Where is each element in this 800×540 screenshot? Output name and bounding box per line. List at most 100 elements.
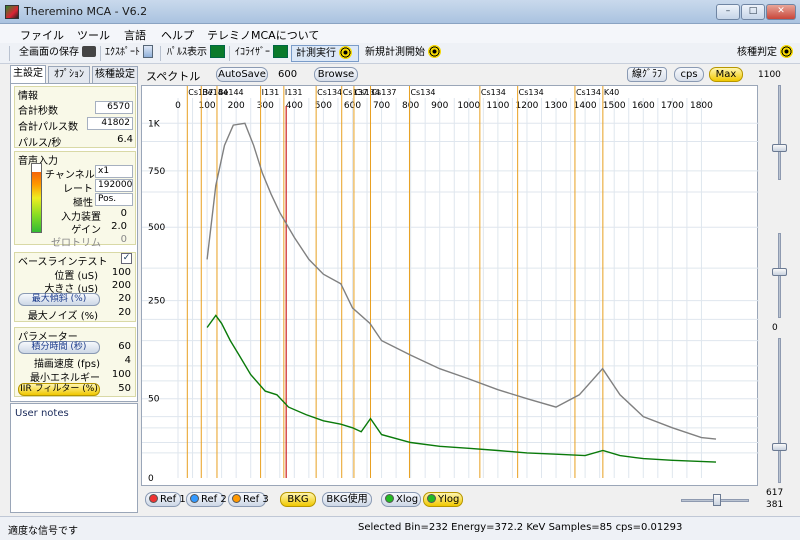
autosave-interval-value[interactable]: 600 [278,69,297,80]
y-zoom-slider-thumb[interactable] [772,144,787,152]
y-tick-label: 500 [148,223,165,233]
minimize-button[interactable]: – [716,4,740,20]
horizontal-slider-thumb[interactable] [713,494,721,506]
ref2-label: Ref 2 [201,494,227,505]
y-tick-label: 750 [148,167,165,177]
menu-tools[interactable]: ツール [77,27,110,43]
max-noise-value[interactable]: 20 [105,307,131,318]
x-tick-label: 1200 [516,101,539,111]
xlog-label: Xlog [396,494,419,505]
user-notes-area[interactable]: User notes [10,403,138,513]
min-energy-value[interactable]: 100 [105,369,131,380]
x-tick-label: 800 [402,101,419,111]
integration-time-value[interactable]: 60 [105,341,131,352]
menu-help[interactable]: ヘルプ [161,27,194,43]
ref2-button[interactable]: Ref 2 [186,492,227,507]
waveform-icon [210,45,225,58]
autosave-button[interactable]: AutoSave [216,67,268,82]
slider-value-b: 381 [766,500,784,510]
max-button[interactable]: Max [709,67,743,82]
x-tick-label: 1400 [574,101,597,111]
menu-bar: ファイル ツール 言語 ヘルプ テレミノMCAについて [0,24,800,43]
window-title: Theremino MCA - V6.2 [24,5,148,18]
isotope-marker-label: Cs137 [372,88,397,97]
polarity-select[interactable]: Pos. [95,193,133,206]
new-measure-label: 新規計測開始 [365,47,425,58]
y-zoom-slider-track[interactable] [778,85,781,180]
ref3-label: Ref 3 [243,494,269,505]
draw-speed-value[interactable]: 4 [105,355,131,366]
iir-filter-value[interactable]: 50 [105,383,131,394]
baseline-checkbox[interactable]: ✓ [121,253,132,264]
settings-panel: 情報 合計秒数 6570 合計パルス数 41802 パルス/秒 6.4 音声入力… [10,83,138,402]
bkg-button[interactable]: BKG [280,492,316,507]
run-measurement-button[interactable]: 計測実行 [291,45,359,62]
signal-status-text: 適度な信号です [8,526,78,537]
channel-select[interactable]: x1 [95,165,133,178]
lower-slider-thumb[interactable] [772,443,787,451]
pulse-display-button[interactable]: ﾊﾟﾙｽ表示 [167,45,225,62]
position-value[interactable]: 100 [105,267,131,278]
maximize-button[interactable]: □ [741,4,765,20]
x-tick-label: 1000 [457,101,480,111]
isotope-marker-label: Be144 [218,88,244,97]
radiation-icon [339,46,352,59]
zero-trim-value[interactable]: 0 [105,234,127,245]
x-tick-label: 200 [228,101,245,111]
save-all-button[interactable]: 全画面の保存 [19,45,96,62]
x-tick-label: 1800 [690,101,713,111]
cps-button[interactable]: cps [674,67,704,82]
draw-speed-label: 描画速度 (fps) [33,359,100,370]
bkg-use-button[interactable]: BKG使用 [322,492,372,507]
spectrum-plot[interactable]: 0 100 200 300 400 500 600 700 800 900 1000 1100 1200… [141,85,759,487]
new-measurement-button[interactable]: 新規計測開始 [365,45,441,62]
lower-slider-track[interactable] [778,338,781,483]
isotope-marker-label: Cs134 [519,88,544,97]
ylog-button[interactable]: Ylog [423,492,463,507]
xlog-button[interactable]: Xlog [381,492,421,507]
tab-options[interactable]: ｵﾌﾟｼｮﾝ [48,66,90,83]
pulse-display-label: ﾊﾟﾙｽ表示 [167,47,207,58]
isotope-marker-label: Cs134 [410,88,435,97]
status-bar: 適度な信号です Selected Bin=232 Energy=372.2 Ke… [0,516,800,540]
toolbar-separator [229,46,230,61]
export-button[interactable]: ｴｸｽﾎﾟｰﾄ [105,45,153,62]
y-offset-slider-thumb[interactable] [772,268,787,276]
nuclide-id-button[interactable]: 核種判定 [737,45,793,62]
total-pulses-label: 合計パルス数 [18,122,78,133]
menu-language[interactable]: 言語 [124,27,146,43]
horizontal-slider[interactable] [681,494,751,506]
max-slope-value[interactable]: 20 [105,293,131,304]
x-tick-label: 700 [373,101,390,111]
ref3-button[interactable]: Ref 3 [228,492,269,507]
size-value[interactable]: 200 [105,280,131,291]
menu-file[interactable]: ファイル [20,27,64,43]
iir-filter-button[interactable]: IIR フィルター (%) [18,383,100,396]
equalizer-button[interactable]: ｲｺﾗｲｻﾞｰ [235,45,288,62]
gain-value[interactable]: 2.0 [105,221,127,232]
max-slope-button[interactable]: 最大傾斜 (%) [18,293,100,306]
tab-nuclide-settings[interactable]: 核種設定 [92,66,138,83]
camera-icon [82,46,96,57]
close-button[interactable]: ✕ [766,4,796,20]
x-tick-label: 1100 [486,101,509,111]
slider-value-a: 617 [766,488,784,498]
info-title: 情報 [18,91,38,102]
equalizer-label: ｲｺﾗｲｻﾞｰ [235,47,270,58]
y-tick-label: 250 [148,297,165,307]
linear-graph-button[interactable]: 線ｸﾞﾗﾌ [627,67,667,82]
input-device-value[interactable]: 0 [105,208,127,219]
y-tick-label: 50 [148,395,160,405]
baseline-title: ベースラインテスト [18,257,108,268]
radiation-icon [780,45,793,58]
x-tick-label: 1500 [603,101,626,111]
ref1-button[interactable]: Ref 1 [145,492,186,507]
rate-select[interactable]: 192000 [95,179,133,192]
zero-trim-label: ゼロトリム [51,238,101,249]
browse-button[interactable]: Browse [314,67,358,82]
ref1-label: Ref 1 [160,494,186,505]
spectrum-chart[interactable]: 0 100 200 300 400 500 600 700 800 900 1000 1100 1200… [142,86,759,487]
menu-about[interactable]: テレミノMCAについて [207,27,319,43]
integration-time-button[interactable]: 積分時間 (秒) [18,341,100,354]
tab-main-settings[interactable]: 主設定 [10,65,46,84]
